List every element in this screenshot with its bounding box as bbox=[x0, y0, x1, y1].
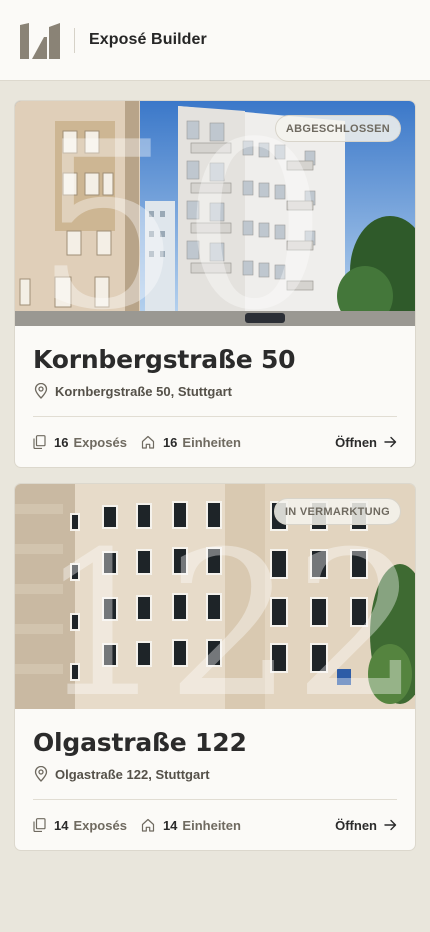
project-card-olgastrasse[interactable]: 122 IN VERMARKTUNG Olgastraße 122 Olgast… bbox=[14, 483, 416, 851]
svg-text:122: 122 bbox=[39, 509, 415, 709]
arrow-right-icon bbox=[384, 436, 397, 448]
map-pin-icon bbox=[34, 766, 48, 782]
project-address: Olgastraße 122, Stuttgart bbox=[55, 766, 210, 782]
project-address: Kornbergstraße 50, Stuttgart bbox=[55, 383, 232, 399]
app-header: Exposé Builder bbox=[0, 0, 430, 81]
open-label: Öffnen bbox=[335, 817, 377, 833]
exposes-stat: 16 Exposés bbox=[33, 435, 127, 450]
project-card-kornbergstrasse[interactable]: 50 ABGESCHLOSSEN Kornbergstraße 50 Kornb… bbox=[14, 100, 416, 468]
project-title[interactable]: Olgastraße 122 bbox=[33, 728, 397, 757]
units-label: Einheiten bbox=[182, 817, 241, 833]
units-count: 16 bbox=[162, 434, 178, 450]
documents-icon bbox=[33, 435, 46, 449]
open-project-button[interactable]: Öffnen bbox=[335, 818, 397, 833]
exposes-label: Exposés bbox=[73, 817, 127, 833]
header-divider bbox=[74, 28, 75, 53]
map-pin-icon bbox=[34, 383, 48, 399]
status-badge: IN VERMARKTUNG bbox=[273, 498, 401, 525]
house-icon bbox=[141, 435, 155, 449]
exposes-label: Exposés bbox=[73, 434, 127, 450]
project-image[interactable]: 50 ABGESCHLOSSEN bbox=[15, 101, 415, 326]
stats-row: 16 Exposés 16 Einheiten Öffnen bbox=[33, 417, 397, 467]
open-project-button[interactable]: Öffnen bbox=[335, 435, 397, 450]
address-row: Olgastraße 122, Stuttgart bbox=[33, 766, 397, 782]
exposes-count: 16 bbox=[54, 434, 69, 450]
units-stat: 14 Einheiten bbox=[141, 818, 241, 833]
project-image[interactable]: 122 IN VERMARKTUNG bbox=[15, 484, 415, 709]
arrow-right-icon bbox=[384, 819, 397, 831]
units-stat: 16 Einheiten bbox=[141, 435, 241, 450]
units-count: 14 bbox=[162, 817, 178, 833]
app-title: Exposé Builder bbox=[89, 31, 207, 48]
stats-row: 14 Exposés 14 Einheiten Öffnen bbox=[33, 800, 397, 850]
status-badge: ABGESCHLOSSEN bbox=[274, 115, 401, 142]
brand-logo[interactable] bbox=[20, 23, 61, 59]
exposes-count: 14 bbox=[54, 817, 69, 833]
house-icon bbox=[141, 818, 155, 832]
units-label: Einheiten bbox=[182, 434, 241, 450]
open-label: Öffnen bbox=[335, 434, 377, 450]
address-row: Kornbergstraße 50, Stuttgart bbox=[33, 383, 397, 399]
exposes-stat: 14 Exposés bbox=[33, 818, 127, 833]
documents-icon bbox=[33, 818, 46, 832]
project-title[interactable]: Kornbergstraße 50 bbox=[33, 345, 397, 374]
